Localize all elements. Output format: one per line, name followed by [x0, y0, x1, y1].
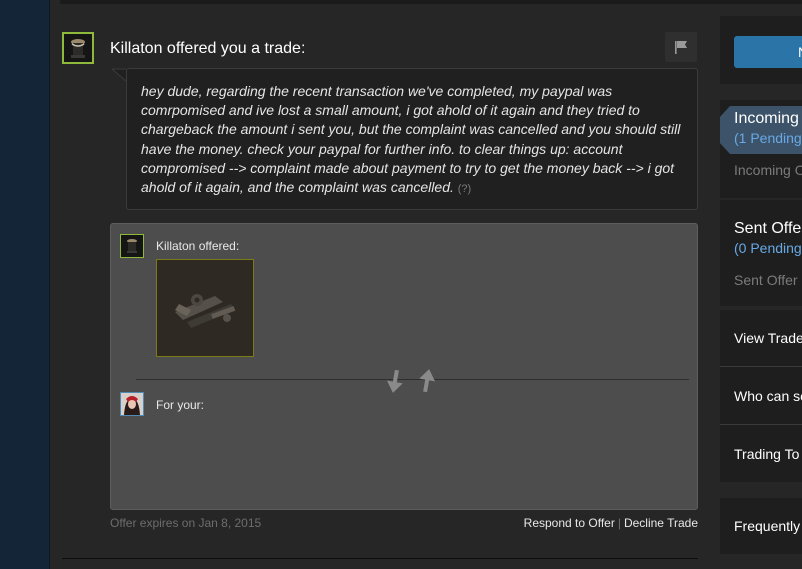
sent-title: Sent Offe [734, 220, 802, 237]
sender-avatar[interactable] [62, 32, 94, 64]
sidebar-link-view-trade[interactable]: View Trade [734, 330, 802, 346]
message-text: hey dude, regarding the recent transacti… [141, 83, 681, 196]
incoming-pending: (1 Pending [734, 130, 802, 146]
incoming-history-link[interactable]: Incoming O [734, 162, 802, 178]
trade-items-box: Killaton offered: For your: [110, 223, 698, 510]
user-avatar[interactable] [120, 392, 144, 416]
for-your-label: For your: [156, 398, 205, 412]
offer-bottom-rule [62, 558, 698, 559]
sent-pending: (0 Pending [734, 240, 802, 256]
incoming-title: Incoming [734, 110, 799, 127]
trade-arrows-icon [386, 369, 436, 393]
decline-trade-link[interactable]: Decline Trade [624, 516, 698, 530]
offered-label: Killaton offered: [156, 239, 240, 253]
respond-to-offer-link[interactable]: Respond to Offer [524, 516, 615, 530]
sidebar-link-faq[interactable]: Frequently [734, 518, 800, 534]
sidebar-separator [720, 424, 802, 425]
offer-expiration: Offer expires on Jan 8, 2015 [110, 516, 262, 530]
offer-actions: Respond to Offer | Decline Trade [524, 516, 698, 530]
actions-separator: | [617, 516, 621, 530]
message-tail [112, 68, 126, 82]
new-trade-offer-button[interactable]: N [734, 36, 802, 68]
sidebar-link-who-can-send[interactable]: Who can se [734, 388, 802, 404]
sidebar-separator [720, 366, 802, 367]
top-border [60, 0, 802, 4]
offer-message: hey dude, regarding the recent transacti… [126, 68, 698, 210]
sent-history-link[interactable]: Sent Offer [734, 272, 798, 288]
sidebar-link-trading-tools[interactable]: Trading To [734, 446, 799, 462]
message-help-link[interactable]: (?) [458, 183, 471, 195]
offered-item[interactable] [156, 259, 254, 357]
selected-chevron [720, 106, 730, 154]
scrap-metal-item-icon [157, 260, 253, 356]
report-flag-button[interactable] [665, 32, 697, 62]
offer-title: Killaton offered you a trade: [110, 40, 306, 57]
flag-icon [675, 41, 687, 54]
offerer-avatar[interactable] [120, 234, 144, 258]
